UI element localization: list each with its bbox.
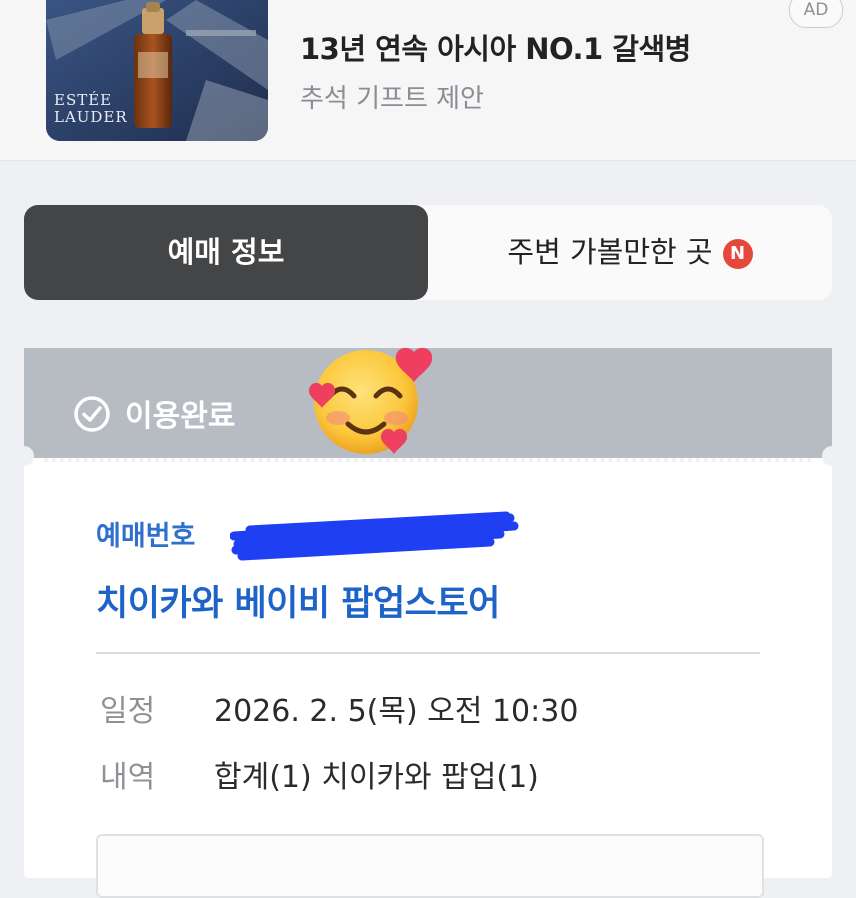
ad-badge[interactable]: AD — [789, 0, 843, 28]
ad-product-image[interactable]: ESTÉE LAUDER — [46, 0, 268, 141]
ticket-notch-left — [14, 446, 34, 466]
new-badge: N — [722, 239, 753, 269]
event-title: 치이카와 베이비 팝업스토어 — [96, 584, 500, 624]
tab-nearby-places[interactable]: 주변 가볼만한 곳 N — [428, 205, 832, 300]
tab-booking-info[interactable]: 예매 정보 — [24, 205, 428, 300]
ad-title[interactable]: 13년 연속 아시아 NO.1 갈색병 — [300, 26, 691, 68]
tab-nearby-places-label: 주변 가볼만한 곳 — [507, 235, 713, 269]
ticket-card: 예매번호 치이카와 베이비 팝업스토어 일정 2026. 2. 5(목) 오전 … — [14, 446, 842, 898]
ticket-notch-right — [822, 446, 842, 466]
schedule-value: 2026. 2. 5(목) 오전 10:30 — [214, 694, 579, 729]
ad-brand-logo: ESTÉE LAUDER — [54, 91, 128, 126]
check-circle-icon — [72, 394, 112, 438]
section-divider — [96, 652, 760, 654]
booking-number-label: 예매번호 — [96, 521, 196, 552]
perforation-divider — [44, 458, 812, 462]
ad-banner[interactable]: ESTÉE LAUDER 13년 연속 아시아 NO.1 갈색병 추석 기프트 … — [0, 0, 856, 161]
details-label: 내역 — [100, 760, 156, 795]
schedule-label: 일정 — [100, 694, 156, 729]
status-label: 이용완료 — [125, 399, 236, 434]
ad-subtitle[interactable]: 추석 기프트 제안 — [300, 78, 484, 115]
tab-bar: 예매 정보 주변 가볼만한 곳 N — [24, 205, 832, 300]
smiling-face-with-hearts-icon — [306, 344, 436, 468]
status-bar: 이용완료 — [24, 347, 832, 458]
ticket-detail-box[interactable] — [96, 834, 764, 898]
details-value: 합계(1) 치이카와 팝업(1) — [214, 760, 539, 795]
tab-booking-info-label: 예매 정보 — [167, 235, 285, 269]
booking-number-redaction — [229, 508, 520, 572]
